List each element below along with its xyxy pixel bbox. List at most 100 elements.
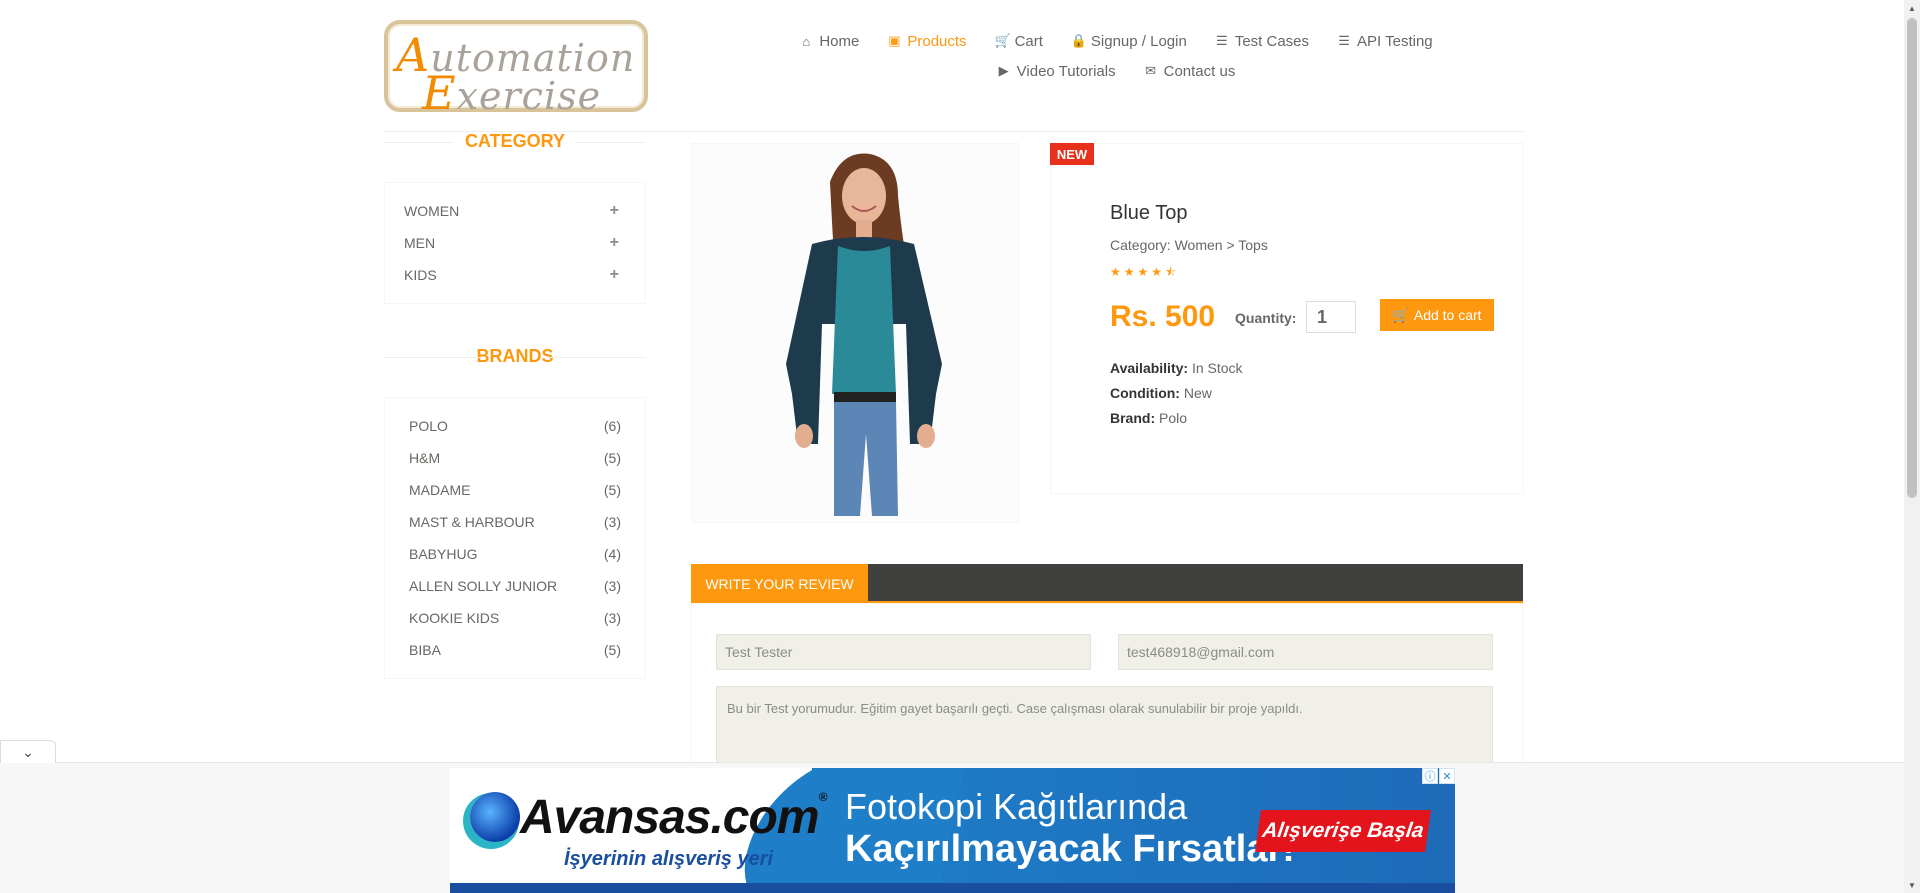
- scroll-up-icon[interactable]: ▲: [1904, 0, 1920, 16]
- list-icon: ☰: [1338, 33, 1350, 48]
- nav-link-label: Home: [819, 32, 860, 50]
- nav-row-2: ▶ Video Tutorials ✉ Contact us: [776, 56, 1456, 86]
- nav-row-1: ⌂ Home ▣ Products 🛒 Cart 🔒 Signup / Login ☰ Test …: [776, 26, 1456, 56]
- brand-name: MAST & HARBOUR: [409, 514, 535, 530]
- category-label: MEN: [404, 235, 436, 251]
- product-rating: ★★★★⯪: [1110, 263, 1179, 284]
- brand-item[interactable]: H&M (5): [385, 442, 645, 474]
- review-name-field[interactable]: Test Tester: [716, 634, 1091, 670]
- ad-cta-button[interactable]: Alışverişe Başla: [1255, 810, 1431, 852]
- plus-icon[interactable]: +: [610, 266, 619, 284]
- home-icon: ⌂: [802, 33, 811, 49]
- category-title: CATEGORY: [384, 131, 646, 152]
- nav-link-label: Test Cases: [1234, 32, 1310, 50]
- review-tab-bar: WRITE YOUR REVIEW: [691, 564, 1523, 603]
- brand-item[interactable]: KOOKIE KIDS (3): [385, 602, 645, 634]
- brand-item[interactable]: MADAME (5): [385, 474, 645, 506]
- brand-name: BABYHUG: [409, 546, 478, 562]
- ad-info-icon[interactable]: ⓘ: [1422, 768, 1438, 784]
- review-email-field[interactable]: test468918@gmail.com: [1118, 634, 1493, 670]
- nav-link-test-cases[interactable]: ☰ Test Cases: [1201, 33, 1323, 50]
- ad-brand: Avansas.com®: [520, 790, 827, 844]
- model-illustration: [692, 144, 1018, 522]
- ad-stripe: [450, 883, 1455, 893]
- brand-item[interactable]: MAST & HARBOUR (3): [385, 506, 645, 538]
- nav-link-api-testing[interactable]: ☰ API Testing: [1323, 33, 1447, 50]
- ad-close-icon[interactable]: ✕: [1439, 768, 1455, 784]
- add-to-cart-label: Add to cart: [1413, 307, 1482, 323]
- ad-controls: ⓘ ✕: [1422, 768, 1455, 784]
- review-text-field[interactable]: Bu bir Test yorumudur. Eğitim gayet başa…: [716, 686, 1493, 766]
- nav-link-home[interactable]: ⌂ Home: [785, 33, 873, 50]
- ad-banner[interactable]: Avansas.com® İşyerinin alışveriş yeri Fo…: [450, 768, 1455, 893]
- nav-link-contact-us[interactable]: ✉ Contact us: [1130, 63, 1250, 80]
- brand-line: Brand: Polo: [1110, 410, 1188, 426]
- quantity-label: Quantity:: [1235, 310, 1297, 326]
- brand-count: (3): [603, 514, 621, 530]
- brand-count: (5): [603, 642, 621, 658]
- star-full-icon: ★: [1151, 265, 1166, 279]
- brand-count: (4): [603, 546, 621, 562]
- brand-name: H&M: [409, 450, 441, 466]
- availability-line: Availability: In Stock: [1110, 360, 1243, 376]
- products-icon: ▣: [888, 33, 901, 48]
- logo-line-2: Exercise: [422, 66, 602, 120]
- brand-item[interactable]: POLO (6): [385, 410, 645, 442]
- nav-link-signup-login[interactable]: 🔒 Signup / Login: [1057, 33, 1201, 50]
- site-logo[interactable]: Automation Exercise: [384, 20, 648, 120]
- nav-link-label: Video Tutorials: [1016, 62, 1116, 80]
- category-item-women[interactable]: WOMEN +: [385, 195, 645, 227]
- brand-count: (5): [603, 450, 621, 466]
- scroll-down-icon[interactable]: ▼: [1904, 877, 1920, 893]
- nav-link-video-tutorials[interactable]: ▶ Video Tutorials: [983, 63, 1130, 80]
- write-review-tab[interactable]: WRITE YOUR REVIEW: [691, 564, 868, 603]
- chevron-down-icon: ⌄: [22, 743, 34, 760]
- star-full-icon: ★: [1137, 265, 1152, 279]
- list-icon: ☰: [1216, 33, 1228, 48]
- brand-count: (5): [603, 482, 621, 498]
- add-to-cart-button[interactable]: 🛒 Add to cart: [1380, 299, 1494, 331]
- ad-tagline: İşyerinin alışveriş yeri: [564, 848, 774, 870]
- nav-link-label: API Testing: [1357, 32, 1433, 50]
- envelope-icon: ✉: [1145, 63, 1157, 78]
- category-item-men[interactable]: MEN +: [385, 227, 645, 259]
- brand-name: POLO: [409, 418, 448, 434]
- brand-count: (3): [603, 578, 621, 594]
- category-item-kids[interactable]: KIDS +: [385, 259, 645, 291]
- lock-icon: 🔒: [1070, 33, 1088, 48]
- nav-link-cart[interactable]: 🛒 Cart: [981, 33, 1057, 50]
- condition-line: Condition: New: [1110, 385, 1212, 401]
- ad-headline-2: Kaçırılmayacak Fırsatlar!: [845, 828, 1295, 870]
- product-category: Category: Women > Tops: [1110, 237, 1268, 253]
- condition-value: New: [1183, 385, 1212, 401]
- brand-item[interactable]: BABYHUG (4): [385, 538, 645, 570]
- cart-icon: 🛒: [1392, 306, 1410, 323]
- plus-icon[interactable]: +: [610, 234, 619, 252]
- category-label: KIDS: [404, 267, 437, 283]
- nav-link-label: Products: [907, 32, 967, 50]
- brand-item[interactable]: BIBA (5): [385, 634, 645, 666]
- new-badge: NEW: [1050, 143, 1094, 165]
- page-scrollbar[interactable]: ▲ ▼: [1904, 0, 1920, 893]
- category-label: WOMEN: [404, 203, 460, 219]
- product-price: Rs. 500: [1110, 300, 1216, 333]
- product-name: Blue Top: [1110, 202, 1188, 224]
- ad-logo-icon: [470, 792, 520, 842]
- nav-link-products[interactable]: ▣ Products: [873, 33, 980, 50]
- nav-link-label: Signup / Login: [1090, 32, 1187, 50]
- brand-count: (3): [603, 610, 621, 626]
- nav-link-label: Cart: [1014, 32, 1043, 50]
- main-nav: ⌂ Home ▣ Products 🛒 Cart 🔒 Signup / Login ☰ Test …: [776, 26, 1456, 86]
- plus-icon[interactable]: +: [610, 202, 619, 220]
- brand-item[interactable]: ALLEN SOLLY JUNIOR (3): [385, 570, 645, 602]
- availability-value: In Stock: [1191, 360, 1243, 376]
- collapse-ad-button[interactable]: ⌄: [0, 740, 56, 763]
- nav-link-label: Contact us: [1163, 62, 1236, 80]
- video-icon: ▶: [998, 63, 1009, 78]
- brands-panel: POLO (6) H&M (5) MADAME (5) MAST & HARBOUR (3) B…: [384, 397, 646, 679]
- ad-headline-1: Fotokopi Kağıtlarında: [845, 786, 1188, 827]
- quantity-input[interactable]: [1306, 301, 1356, 333]
- brand-value: Polo: [1159, 410, 1188, 426]
- scroll-thumb[interactable]: [1907, 18, 1917, 498]
- brand-count: (6): [603, 418, 621, 434]
